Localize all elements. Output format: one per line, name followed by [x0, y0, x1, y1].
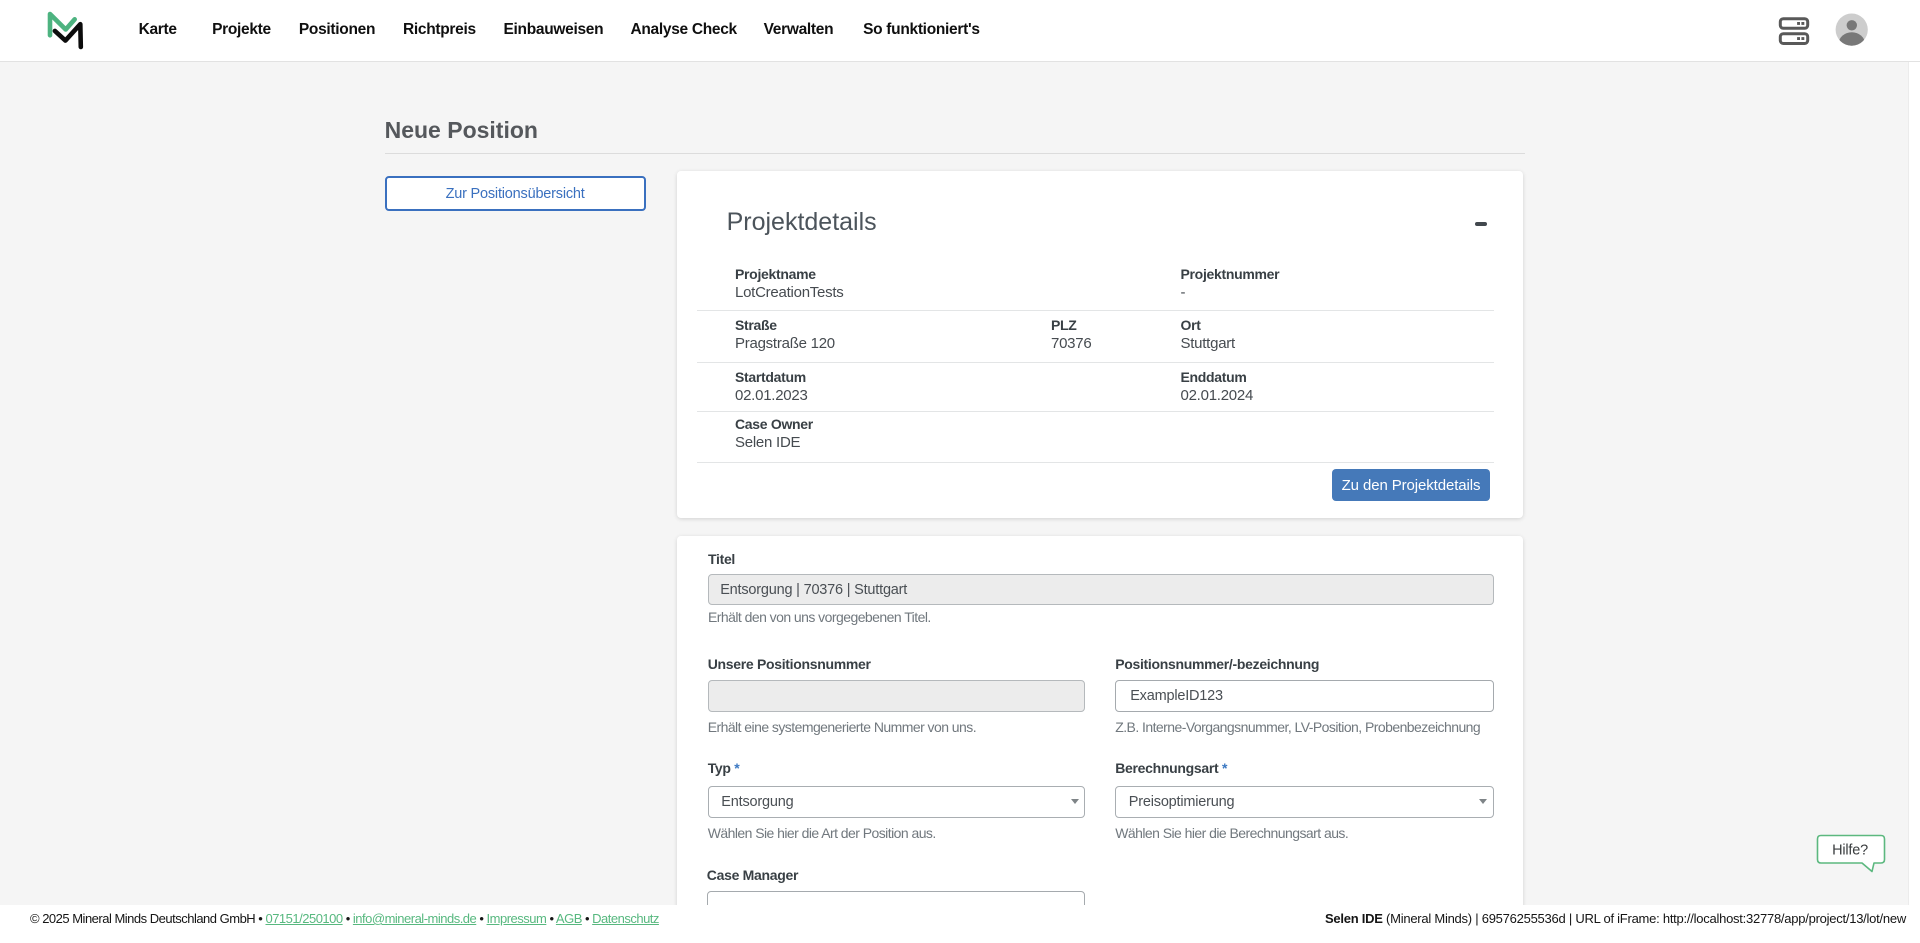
svg-text:Hilfe?: Hilfe?: [1832, 843, 1868, 859]
